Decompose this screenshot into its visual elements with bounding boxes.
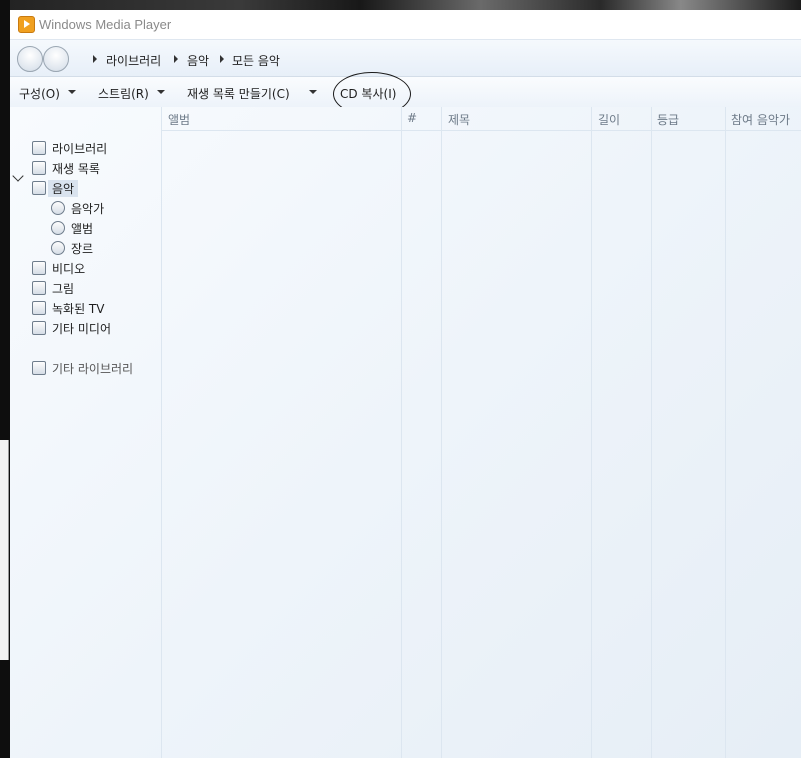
- navigation-pane: 라이브러리 재생 목록 음악 음악가 앨범 장르 비디오 그림 녹화된 TV 기…: [10, 107, 160, 758]
- media-icon: [32, 321, 46, 335]
- header-divider: [161, 130, 801, 131]
- nav-label: 비디오: [52, 262, 86, 276]
- nav-label: 음악가: [71, 202, 105, 216]
- nav-label: 기타 미디어: [52, 322, 112, 336]
- column-divider[interactable]: [401, 107, 402, 758]
- chevron-right-icon[interactable]: [220, 55, 224, 63]
- expand-chevron-icon[interactable]: [12, 170, 24, 182]
- title-bar: Windows Media Player: [10, 10, 801, 39]
- window-title: Windows Media Player: [39, 17, 172, 32]
- artist-icon: [51, 201, 65, 215]
- column-divider: [161, 107, 162, 758]
- nav-label: 기타 라이브러리: [52, 362, 134, 376]
- genre-icon: [51, 241, 65, 255]
- nav-label: 그림: [52, 282, 75, 296]
- column-header-title[interactable]: 제목: [448, 111, 470, 128]
- nav-label: 앨범: [71, 222, 94, 236]
- column-divider[interactable]: [651, 107, 652, 758]
- video-icon: [32, 261, 46, 275]
- create-playlist-menu[interactable]: 재생 목록 만들기(C): [187, 85, 290, 102]
- column-divider[interactable]: [441, 107, 442, 758]
- chevron-down-icon[interactable]: [68, 90, 76, 94]
- column-header-rating[interactable]: 등급: [657, 111, 679, 128]
- breadcrumb-all-music[interactable]: 모든 음악: [232, 52, 280, 69]
- column-divider[interactable]: [725, 107, 726, 758]
- breadcrumb-library[interactable]: 라이브러리: [106, 52, 161, 69]
- back-button[interactable]: [17, 46, 43, 72]
- chevron-right-icon[interactable]: [93, 55, 97, 63]
- nav-label: 라이브러리: [52, 142, 108, 156]
- details-grid: 앨범 # 제목 길이 등급 참여 음악가: [161, 107, 801, 758]
- toolbar: 구성(O) 스트림(R) 재생 목록 만들기(C) CD 복사(I): [10, 72, 801, 116]
- chevron-down-icon[interactable]: [309, 90, 317, 94]
- breadcrumb-music[interactable]: 음악: [187, 52, 209, 69]
- nav-label: 재생 목록: [52, 162, 100, 176]
- chevron-down-icon[interactable]: [157, 90, 165, 94]
- library-icon: [32, 141, 46, 155]
- address-bar: 라이브러리 음악 모든 음악: [10, 39, 801, 77]
- album-icon: [51, 221, 65, 235]
- forward-button[interactable]: [43, 46, 69, 72]
- picture-icon: [32, 281, 46, 295]
- media-player-icon: [18, 16, 35, 33]
- nav-label: 장르: [71, 242, 94, 256]
- column-divider[interactable]: [591, 107, 592, 758]
- column-header-track-number[interactable]: #: [407, 111, 417, 125]
- column-header-length[interactable]: 길이: [598, 111, 620, 128]
- organize-menu[interactable]: 구성(O): [19, 85, 60, 102]
- library-content: 라이브러리 재생 목록 음악 음악가 앨범 장르 비디오 그림 녹화된 TV 기…: [10, 107, 801, 758]
- column-header-album[interactable]: 앨범: [168, 111, 190, 128]
- nav-label: 녹화된 TV: [52, 302, 105, 316]
- tv-icon: [32, 301, 46, 315]
- stream-menu[interactable]: 스트림(R): [98, 85, 149, 102]
- playlist-icon: [32, 161, 46, 175]
- music-note-icon: [32, 181, 46, 195]
- network-library-icon: [32, 361, 46, 375]
- chevron-right-icon[interactable]: [174, 55, 178, 63]
- column-header-contributing-artist[interactable]: 참여 음악가: [731, 111, 790, 128]
- nav-label: 음악: [48, 180, 79, 197]
- media-player-window: Windows Media Player 라이브러리 음악 모든 음악 구성(O…: [10, 10, 801, 758]
- background-window-edge: [0, 440, 9, 660]
